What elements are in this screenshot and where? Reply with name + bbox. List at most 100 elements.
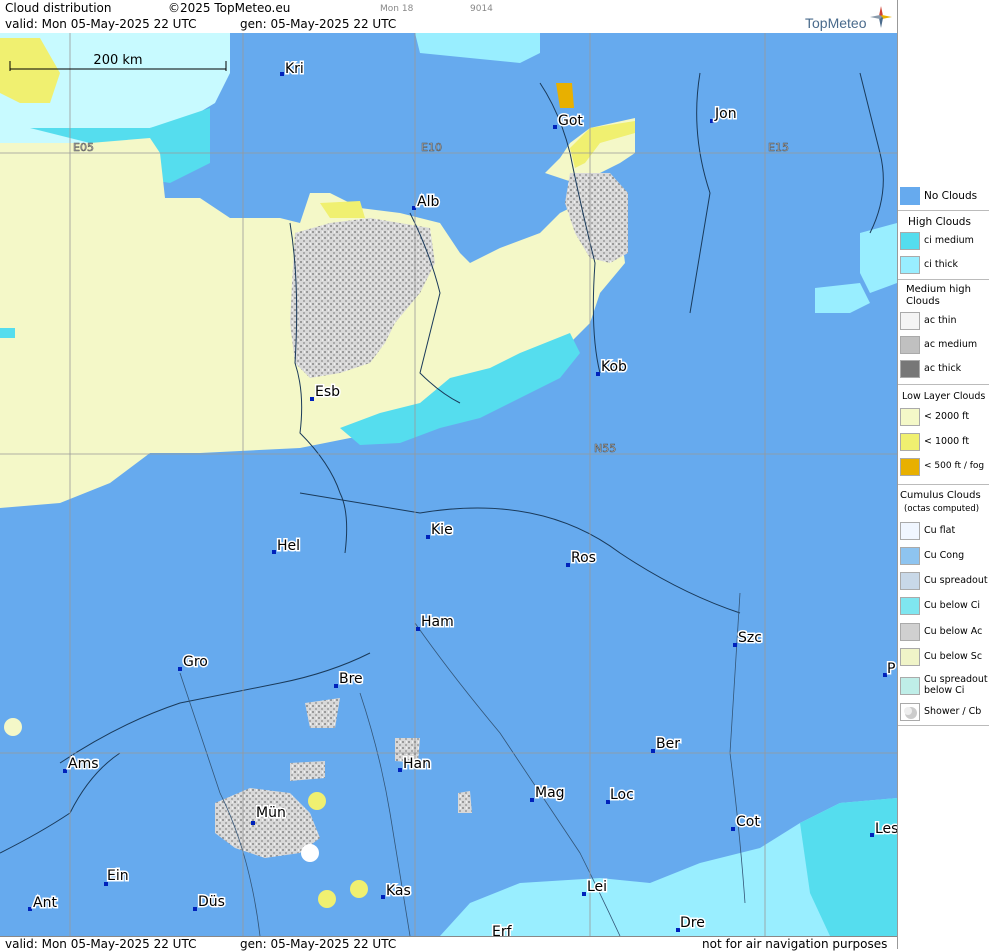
city-kas: Kas [381, 882, 412, 901]
legend-cu-below-ac: Cu below Ac [900, 623, 988, 643]
footer-bar: valid: Mon 05-May-2025 22 UTC gen: 05-Ma… [0, 936, 897, 951]
grid-label-n55: N55 [594, 442, 616, 455]
city-gro: Gro [178, 653, 209, 672]
legend-ac-thin: ac thin [900, 312, 988, 332]
legend-low-500: < 500 ft / fog [900, 458, 988, 478]
city-label: Kas [386, 883, 411, 899]
legend-cu-below-sc: Cu below Sc [900, 648, 988, 668]
scale-label: 200 km [93, 53, 142, 68]
shower-dot [308, 792, 326, 810]
tiny-day: Mon 18 [380, 4, 414, 14]
city-label: Ros [571, 550, 596, 566]
legend-medium-title-2: Clouds [906, 296, 940, 307]
legend-low-title: Low Layer Clouds [902, 391, 986, 402]
city-label: Düs [198, 894, 225, 910]
ci-patch-west [0, 328, 15, 338]
city-label: Ant [33, 895, 57, 911]
city-bre: Bre [334, 670, 364, 689]
city-label: Mün [256, 805, 286, 821]
swatch-no-clouds [900, 187, 920, 205]
grid-label-e15: E15 [768, 141, 789, 154]
shower-dot [318, 890, 336, 908]
city-label: Loc [610, 787, 634, 803]
city-han: Han [398, 755, 432, 774]
city-ein: Ein [104, 867, 130, 886]
city-label: Got [558, 113, 583, 129]
topmeteo-logo: TopMeteo [805, 15, 867, 31]
city-dues: Düs [193, 893, 226, 912]
tiny-code: 9014 [470, 4, 493, 14]
legend-medium-title-1: Medium high [906, 284, 971, 295]
city-label: Ham [421, 614, 454, 630]
city-mag: Mag [530, 784, 566, 803]
city-dre: Dre [676, 914, 706, 933]
legend-cu-spread-ci: Cu spreadout below Ci [900, 674, 988, 700]
city-ham: Ham [416, 613, 455, 632]
legend-ac-medium: ac medium [900, 336, 988, 356]
legend-ci-medium: ci medium [900, 232, 988, 252]
city-ant: Ant [28, 894, 59, 913]
city-label: Bre [339, 671, 363, 687]
ac-medium-4 [458, 791, 472, 813]
legend-cu-cong: Cu Cong [900, 547, 988, 567]
shower-dot [350, 880, 368, 898]
copyright: ©2025 TopMeteo.eu [168, 1, 291, 15]
city-label: Alb [417, 194, 439, 210]
city-label: Hel [277, 538, 300, 554]
city-kob: Kob [596, 358, 629, 377]
city-label: Kie [431, 522, 453, 538]
map-canvas[interactable]: E05 E10 E15 N55 200 km Kri Got Jon Alb E… [0, 33, 897, 936]
grid-label-e10: E10 [421, 141, 442, 154]
city-label: Esb [315, 384, 340, 400]
cloud-map[interactable]: E05 E10 E15 N55 200 km Kri Got Jon Alb E… [0, 33, 897, 936]
cloud-map-app: Cloud distribution ©2025 TopMeteo.eu Mon… [0, 0, 989, 951]
city-loc: Loc [606, 786, 635, 805]
shower-dot [301, 844, 319, 862]
city-label: Jon [714, 106, 737, 122]
city-ros: Ros [566, 549, 597, 568]
city-ber: Ber [651, 735, 682, 754]
legend-cu-title: Cumulus Clouds [900, 490, 981, 501]
legend-cu-spread: Cu spreadout [900, 572, 988, 592]
city-got: Got [553, 112, 585, 131]
city-les: Les [870, 820, 897, 839]
city-cot: Cot [731, 813, 762, 832]
city-label: Les [875, 821, 897, 837]
city-label: Mag [535, 785, 565, 801]
grid-label-e05: E05 [73, 141, 94, 154]
city-alb: Alb [412, 193, 441, 212]
city-hel: Hel [272, 537, 302, 556]
legend-ac-thick: ac thick [900, 360, 988, 380]
legend-no-clouds: No Clouds [900, 187, 988, 207]
city-label: Szc [738, 630, 762, 646]
ci-thick-east [860, 223, 897, 293]
map-title: Cloud distribution [5, 1, 112, 15]
ac-medium-bremen [305, 698, 340, 728]
ac-medium-3 [290, 761, 325, 781]
legend-low-1000: < 1000 ft [900, 433, 988, 453]
city-label: Gro [183, 654, 208, 670]
legend-shower: Shower / Cb [900, 703, 988, 723]
city-label: Kri [285, 61, 304, 77]
compass-logo-icon [870, 6, 892, 28]
shower-icon [904, 707, 917, 719]
city-label: Kob [601, 359, 627, 375]
city-label: P [887, 661, 895, 677]
legend-low-2000: < 2000 ft [900, 408, 988, 428]
city-label: Ber [656, 736, 680, 752]
city-label: Cot [736, 814, 760, 830]
legend-ci-thick: ci thick [900, 256, 988, 276]
valid-time: valid: Mon 05-May-2025 22 UTC [5, 17, 197, 31]
city-ams: Ams [63, 755, 100, 774]
city-label: Ams [68, 756, 99, 772]
city-erf: Erf [491, 923, 515, 937]
legend-high-title: High Clouds [908, 216, 971, 228]
legend-panel: No Clouds High Clouds ci medium ci thick… [897, 0, 989, 949]
city-label: Han [403, 756, 431, 772]
city-esb: Esb [310, 383, 342, 402]
city-szc: Szc [733, 629, 763, 648]
city-label: Lei [587, 879, 607, 895]
legend-cu-sub: (octas computed) [904, 504, 980, 514]
legend-cu-flat: Cu flat [900, 522, 988, 542]
header-bar: Cloud distribution ©2025 TopMeteo.eu Mon… [0, 0, 897, 34]
